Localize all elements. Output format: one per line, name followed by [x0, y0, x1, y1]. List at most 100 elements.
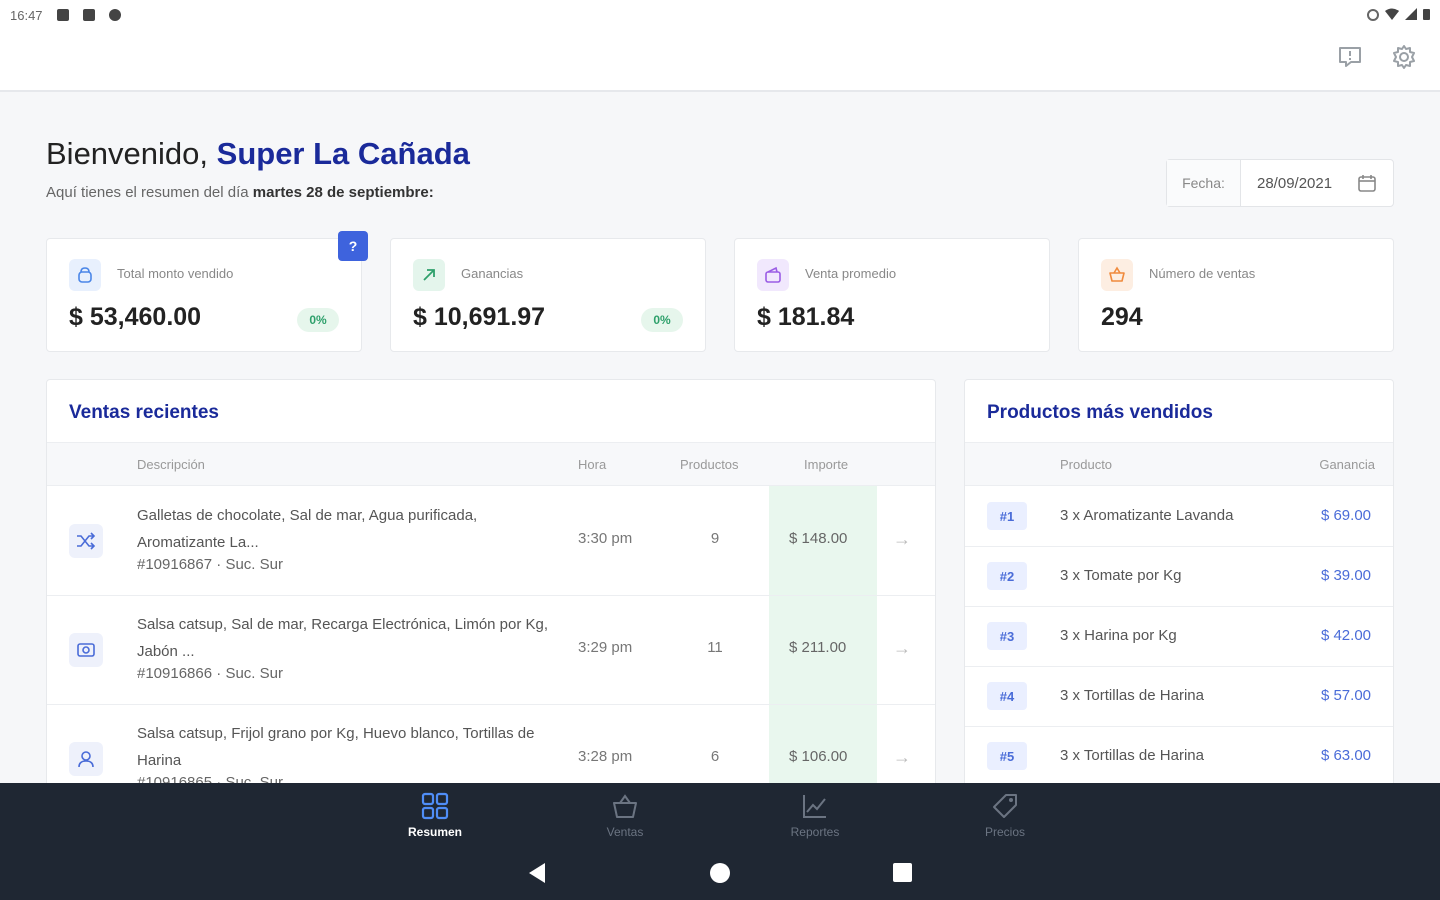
welcome-section: Bienvenido, Super La Cañada Aquí tienes …	[46, 136, 470, 201]
recent-sales-panel: Ventas recientes Descripción Hora Produc…	[46, 379, 936, 799]
arrow-right-icon[interactable]: →	[893, 638, 911, 659]
back-icon[interactable]	[527, 862, 547, 889]
sale-time: 3:30 pm	[578, 530, 633, 547]
nav-ventas[interactable]: Ventas	[580, 791, 670, 839]
col-producto: Producto	[1060, 457, 1113, 472]
list-item[interactable]: #1 3 x Aromatizante Lavanda $ 69.00	[965, 487, 1393, 547]
nav-label: Ventas	[606, 825, 644, 839]
stat-value: $ 10,691.97	[413, 303, 546, 331]
sale-time: 3:29 pm	[578, 639, 633, 656]
stat-card-sales-count: Número de ventas 294	[1078, 238, 1394, 352]
product-profit: $ 63.00	[1320, 747, 1371, 764]
subtitle-date: martes 28 de septiembre:	[252, 184, 434, 201]
trend-up-icon	[413, 259, 445, 291]
signal-icon	[1405, 7, 1417, 23]
chart-icon	[800, 791, 830, 821]
basket-icon	[1101, 259, 1133, 291]
store-name: Super La Cañada	[216, 136, 470, 171]
sale-meta: #10916867 · Suc. Sur	[137, 556, 283, 573]
sd-card-icon	[82, 9, 95, 21]
alarm-icon	[1367, 9, 1379, 21]
top-products-panel: Productos más vendidos Producto Ganancia…	[964, 379, 1394, 799]
sale-products: 9	[710, 530, 720, 547]
nav-label: Resumen	[407, 825, 463, 839]
sale-id: #10916866	[137, 665, 213, 682]
list-item[interactable]: #2 3 x Tomate por Kg $ 39.00	[965, 547, 1393, 607]
table-header: Producto Ganancia	[965, 442, 1393, 486]
recents-icon[interactable]	[893, 863, 912, 882]
table-row[interactable]: Salsa catsup, Sal de mar, Recarga Electr…	[47, 596, 935, 705]
panel-title: Productos más vendidos	[987, 402, 1213, 423]
arrow-right-icon[interactable]: →	[893, 747, 911, 768]
rank-badge: #2	[987, 562, 1027, 590]
nav-resumen[interactable]: Resumen	[390, 791, 480, 839]
shuffle-icon	[69, 524, 103, 558]
stat-value: $ 181.84	[757, 303, 855, 331]
sale-branch: Suc. Sur	[225, 665, 283, 682]
status-bar: 16:47	[0, 0, 1440, 30]
nav-label: Precios	[984, 825, 1025, 839]
col-importe: Importe	[804, 457, 849, 472]
list-item[interactable]: #5 3 x Tortillas de Harina $ 63.00	[965, 727, 1393, 787]
bag-icon	[69, 259, 101, 291]
rank-badge: #5	[987, 742, 1027, 770]
list-item[interactable]: #3 3 x Harina por Kg $ 42.00	[965, 607, 1393, 667]
sale-description: Salsa catsup, Frijol grano por Kg, Huevo…	[137, 725, 535, 769]
stat-card-profits: Ganancias $ 10,691.97 0%	[390, 238, 706, 352]
basket-icon	[610, 791, 640, 821]
nav-reportes[interactable]: Reportes	[770, 791, 860, 839]
user-icon	[69, 742, 103, 776]
col-ganancia: Ganancia	[1319, 457, 1375, 472]
product-profit: $ 69.00	[1320, 507, 1371, 524]
tag-icon	[990, 791, 1020, 821]
col-hora: Hora	[578, 457, 607, 472]
feedback-icon[interactable]	[1335, 42, 1365, 72]
sale-meta: #10916866 · Suc. Sur	[137, 665, 283, 682]
wallet-icon	[757, 259, 789, 291]
product-name: 3 x Aromatizante Lavanda	[1060, 507, 1234, 524]
cash-icon	[69, 633, 103, 667]
bottom-navigation: Resumen Ventas Reportes Precios	[0, 783, 1440, 900]
sale-amount: $ 148.00	[789, 530, 848, 547]
stat-label: Total monto vendido	[117, 266, 234, 281]
product-profit: $ 42.00	[1320, 627, 1371, 644]
sale-products: 11	[707, 639, 723, 656]
nav-label: Reportes	[790, 825, 840, 839]
stat-value: $ 53,460.00	[69, 303, 202, 331]
wifi-icon	[1385, 8, 1399, 23]
sale-description: Galletas de chocolate, Sal de mar, Agua …	[137, 507, 478, 551]
stat-card-average-sale: Venta promedio $ 181.84	[734, 238, 1050, 352]
stat-label: Venta promedio	[805, 266, 897, 281]
rank-badge: #3	[987, 622, 1027, 650]
product-name: 3 x Harina por Kg	[1060, 627, 1177, 644]
product-profit: $ 39.00	[1320, 567, 1371, 584]
page-title: Bienvenido, Super La Cañada	[46, 136, 470, 172]
battery-icon	[1423, 8, 1430, 23]
app-icon	[108, 9, 121, 21]
product-name: 3 x Tortillas de Harina	[1060, 687, 1204, 704]
stat-card-total-sold: Total monto vendido $ 53,460.00 0%	[46, 238, 362, 352]
col-descripcion: Descripción	[137, 457, 205, 472]
sale-time: 3:28 pm	[578, 748, 633, 765]
home-icon[interactable]	[710, 863, 730, 883]
settings-icon[interactable]	[1389, 42, 1419, 72]
date-input[interactable]: 28/09/2021	[1241, 175, 1357, 192]
status-time: 16:47	[10, 7, 43, 23]
subtitle-prefix: Aquí tienes el resumen del día	[46, 184, 249, 201]
sale-description: Salsa catsup, Sal de mar, Recarga Electr…	[137, 616, 549, 660]
date-filter[interactable]: Fecha: 28/09/2021	[1166, 159, 1394, 207]
nav-precios[interactable]: Precios	[960, 791, 1050, 839]
rank-badge: #4	[987, 682, 1027, 710]
help-button[interactable]: ?	[338, 231, 368, 261]
list-item[interactable]: #4 3 x Tortillas de Harina $ 57.00	[965, 667, 1393, 727]
sale-id: #10916867	[137, 556, 213, 573]
sale-branch: Suc. Sur	[225, 556, 283, 573]
sale-products: 6	[710, 748, 720, 765]
product-name: 3 x Tomate por Kg	[1060, 567, 1182, 584]
stat-badge: 0%	[297, 308, 339, 332]
calendar-icon[interactable]	[1357, 173, 1377, 193]
date-label: Fecha:	[1167, 160, 1241, 206]
page-subtitle: Aquí tienes el resumen del día martes 28…	[46, 184, 470, 201]
arrow-right-icon[interactable]: →	[893, 529, 911, 550]
table-row[interactable]: Galletas de chocolate, Sal de mar, Agua …	[47, 487, 935, 596]
